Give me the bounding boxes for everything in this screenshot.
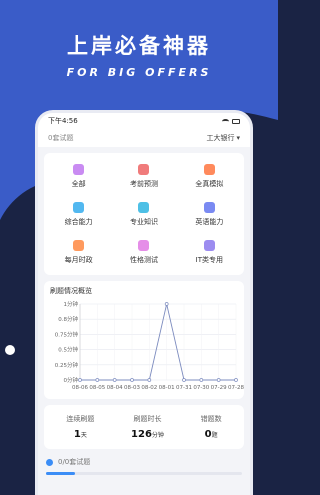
bank-name: 工大银行 (206, 134, 235, 142)
progress-label: 0/0套试题 (58, 458, 91, 466)
it-icon (203, 239, 215, 251)
progress-track (46, 472, 242, 475)
status-icons (222, 118, 240, 124)
ability-icon (73, 201, 85, 213)
wifi-icon (222, 118, 229, 124)
stat-value: 126分钟 (131, 429, 164, 440)
menu-item[interactable]: 考前预测 (111, 159, 176, 193)
stat-unit: 分钟 (151, 432, 164, 439)
status-bar: 下午4:56 (38, 113, 250, 129)
y-tick-label: 0.75分钟 (55, 330, 79, 338)
y-tick-label: 0.5分钟 (58, 346, 78, 354)
menu-item[interactable]: 全部 (46, 159, 111, 193)
stat-number: 0 (204, 429, 212, 440)
menu-item-label: 综合能力 (64, 217, 93, 226)
top-bar: 0套试题 工大银行 ▾ (38, 129, 250, 147)
data-point (112, 378, 117, 382)
stat-number: 126 (131, 429, 152, 440)
all-icon (73, 163, 85, 175)
x-tick-label: 08-02 (141, 385, 157, 391)
phone-screen: 下午4:56 0套试题 工大银行 ▾ 全部 考前预测 全真模拟综合能力 专业知识 英语能… (35, 110, 253, 495)
stat-unit: 天 (80, 432, 87, 439)
category-grid: 全部 考前预测 全真模拟综合能力 专业知识 英语能力每月时政 性格测试 IT类专用 (44, 153, 244, 275)
data-point (164, 302, 169, 306)
stat-label: 错题数 (200, 415, 222, 423)
x-tick-label: 07-28 (228, 385, 244, 391)
y-tick-label: 0分钟 (64, 376, 79, 384)
y-tick-label: 1分钟 (64, 300, 79, 308)
news-icon (73, 239, 85, 251)
stat-item: 连续刷题 1天 (66, 414, 94, 440)
progress-fill (46, 472, 76, 475)
english-icon (203, 201, 215, 213)
personality-icon (138, 239, 150, 251)
x-tick-label: 07-31 (176, 385, 192, 391)
practice-chart: 0分钟0.25分钟0.5分钟0.75分钟0.8分钟1分钟08-06 08-05 08… (55, 300, 245, 391)
menu-item[interactable]: 英语能力 (177, 197, 242, 231)
menu-item-label: 英语能力 (195, 217, 224, 226)
menu-item-label: 专业知识 (129, 217, 158, 226)
status-time: 下午4:56 (48, 117, 78, 125)
x-tick-label: 07-30 (193, 385, 209, 391)
mock-exam-icon (203, 163, 215, 175)
data-point (78, 378, 82, 382)
battery-icon (232, 118, 240, 124)
y-tick-label: 0.25分钟 (55, 361, 79, 369)
data-point (234, 378, 238, 382)
menu-item-label: IT类专用 (195, 255, 223, 264)
progress-dot (46, 458, 53, 466)
menu-item-label: 全真模拟 (195, 179, 224, 188)
x-tick-label: 08-03 (124, 385, 140, 391)
x-tick-label: 08-05 (89, 385, 105, 391)
progress-row[interactable]: 0/0套试题 (46, 457, 242, 467)
chart-title: 刷题情况概览 (50, 287, 92, 295)
forecast-icon (138, 163, 150, 175)
y-tick-label: 0.8分钟 (58, 315, 78, 323)
menu-item[interactable]: 性格测试 (111, 235, 176, 269)
stat-label: 连续刷题 (66, 415, 95, 423)
data-point (199, 378, 204, 382)
stats-card: 连续刷题 1天 刷题时长 126分钟 错题数 0题 (44, 405, 244, 449)
data-point (216, 378, 221, 382)
promo-subtitle: FOR BIG OFFERS (66, 66, 212, 79)
menu-item[interactable]: IT类专用 (177, 235, 242, 269)
question-set-count: 0套试题 (48, 134, 74, 142)
stat-unit: 题 (211, 432, 218, 439)
x-tick-label: 08-06 (72, 385, 88, 391)
promo-title: 上岸必备神器 (67, 34, 211, 58)
stat-item: 错题数 0题 (201, 414, 222, 440)
menu-item-label: 性格测试 (129, 255, 158, 264)
x-tick-label: 08-01 (159, 385, 175, 391)
data-point (130, 378, 134, 382)
menu-item[interactable]: 每月时政 (46, 235, 111, 269)
caret-down-icon: ▾ (236, 134, 240, 142)
menu-item[interactable]: 全真模拟 (177, 159, 242, 193)
stat-number: 1 (73, 429, 81, 440)
chart-card: 刷题情况概览 0分钟 0.25分钟 0.5分钟 0.75分钟 0.8分钟 1分钟 08-06… (44, 281, 244, 399)
data-point (182, 378, 186, 382)
stat-label: 刷题时长 (133, 415, 162, 423)
x-tick-label: 08-04 (107, 385, 123, 391)
data-point (147, 378, 152, 382)
series-line (80, 303, 236, 381)
bank-selector[interactable]: 工大银行 ▾ (206, 133, 240, 143)
menu-item[interactable]: 专业知识 (111, 197, 176, 231)
menu-item-label: 考前预测 (129, 179, 158, 188)
stat-value: 0题 (205, 429, 218, 440)
menu-item-label: 每月时政 (64, 255, 93, 264)
graduation-cap-icon (138, 201, 150, 213)
x-tick-label: 07-29 (211, 385, 227, 391)
stat-item: 刷题时长 126分钟 (131, 414, 164, 440)
side-indicator-dot (5, 345, 15, 355)
menu-item[interactable]: 综合能力 (46, 197, 111, 231)
menu-item-label: 全部 (71, 179, 86, 188)
stat-value: 1天 (74, 429, 87, 440)
data-point (95, 378, 100, 382)
